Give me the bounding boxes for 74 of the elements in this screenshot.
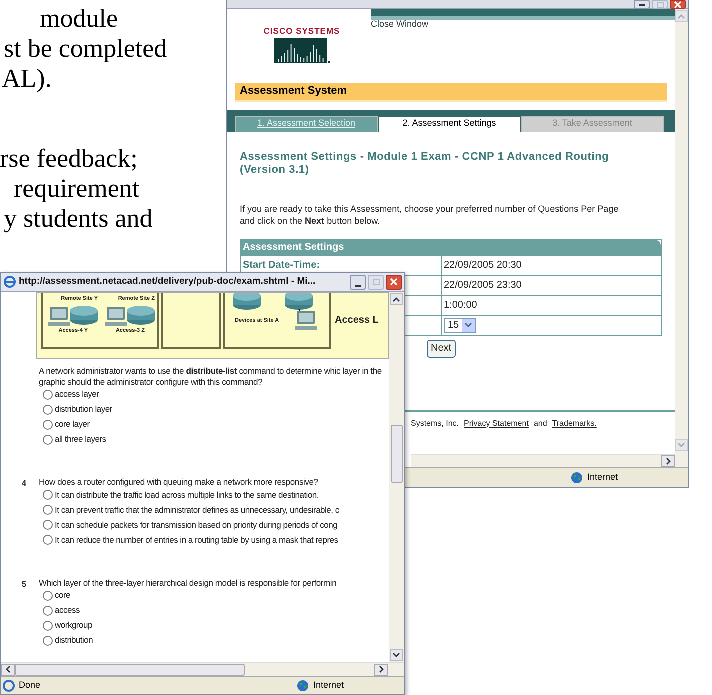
- status-bar: Done Internet: [1, 676, 404, 694]
- close-button[interactable]: [386, 274, 402, 290]
- router-drawing: [48, 304, 98, 326]
- document-text: module: [40, 4, 118, 33]
- document-text: AL).: [2, 64, 52, 93]
- table-cell-text: 1:00:00: [444, 298, 478, 312]
- radio-button[interactable]: [43, 535, 53, 545]
- radio-button[interactable]: [43, 420, 53, 430]
- banner: Assessment System: [235, 82, 667, 102]
- answer-option: all three layers: [55, 433, 106, 446]
- close-button[interactable]: [670, 0, 686, 9]
- question-text: A network administrator wants to use the distribute-list command to determine whic layer in the graphic should the administrator configure with this command?: [39, 366, 383, 387]
- answer-option: It can distribute the traffic load across multiple links to the same destination.: [55, 488, 320, 502]
- table-cell-text: 22/09/2005 23:30: [444, 278, 522, 292]
- footer-link[interactable]: Privacy Statement: [464, 418, 529, 430]
- answer-option: distribution layer: [55, 403, 112, 416]
- table-cell-text: 22/09/2005 20:30: [444, 258, 522, 272]
- document-text: y students and: [4, 204, 153, 233]
- horizontal-scrollbar[interactable]: [1, 662, 404, 676]
- logo-icon: [274, 38, 330, 62]
- answer-option: It can prevent traffic that the administrator defines as unnecessary, undesirable, c: [55, 504, 340, 516]
- answer-option: core: [55, 589, 71, 602]
- radio-button[interactable]: [43, 620, 53, 630]
- document-text: requirement: [14, 174, 140, 203]
- close-icon: [674, 0, 682, 8]
- radio-button[interactable]: [43, 590, 53, 600]
- radio-button[interactable]: [43, 636, 53, 646]
- vertical-scrollbar[interactable]: [389, 292, 404, 662]
- answer-option: core layer: [55, 418, 90, 431]
- radio-button[interactable]: [43, 505, 53, 515]
- close-icon: [390, 278, 398, 286]
- radio-button[interactable]: [43, 434, 53, 444]
- scroll-thumb[interactable]: [15, 664, 245, 676]
- globe-icon: [297, 680, 310, 692]
- answer-option: access: [55, 604, 80, 617]
- answer-option: It can reduce the number of entries in a routing table by using a mask that repres: [55, 534, 338, 546]
- footer-text: Systems, Inc.: [411, 418, 460, 430]
- router-drawing: [105, 304, 155, 326]
- vertical-scrollbar[interactable]: [675, 9, 688, 467]
- question-number: 4: [22, 479, 26, 488]
- answer-option: access layer: [55, 388, 100, 401]
- radio-button[interactable]: [43, 520, 53, 530]
- scroll-thumb[interactable]: [390, 425, 402, 483]
- radio-button[interactable]: [43, 404, 53, 414]
- questions-per-page-select[interactable]: 15: [444, 318, 476, 332]
- page-icon: [3, 680, 15, 692]
- tab[interactable]: 2. Assessment Settings: [378, 116, 521, 132]
- site-frame: [161, 293, 221, 349]
- document-text: st be completed: [4, 34, 168, 63]
- answer-option: It can schedule packets for transmission based on priority during periods of cong: [55, 518, 338, 532]
- horizontal-scrollbar[interactable]: [411, 454, 675, 467]
- document-text: rse feedback;: [0, 144, 138, 173]
- minimize-button[interactable]: [634, 0, 650, 9]
- page-heading: Assessment Settings - Module 1 Exam - CCNP 1 Advanced Routing (Version 3.1): [240, 150, 610, 176]
- table-cell-text: Start Date-Time:: [243, 258, 320, 272]
- browser-icon: [4, 276, 16, 288]
- globe-icon: [571, 472, 584, 484]
- footer-link[interactable]: Trademarks.: [552, 418, 597, 430]
- intro-text: If you are ready to take this Assessment, choose your preferred number of Questions Per Page and click on the Next button below.: [240, 202, 620, 226]
- next-button[interactable]: Next: [427, 340, 456, 358]
- radio-button[interactable]: [43, 606, 53, 616]
- close-window-link[interactable]: Close Window: [371, 19, 429, 30]
- radio-button[interactable]: [43, 390, 53, 400]
- title-bar: http://assessment.netacad.net/delivery/pub-doc/exam.shtml - Mi...: [1, 273, 404, 292]
- minimize-button[interactable]: [350, 274, 366, 290]
- diagram-label: Access L: [335, 314, 379, 328]
- answer-option: distribution: [55, 634, 94, 647]
- footer-text: and: [534, 418, 548, 430]
- radio-button[interactable]: [43, 490, 53, 500]
- answer-option: workgroup: [55, 619, 92, 632]
- logo-text: CISCO SYSTEMS: [264, 27, 340, 36]
- question-text: Which layer of the three-layer hierarchical design model is responsible for performin: [39, 578, 337, 588]
- question-number: 5: [22, 580, 26, 588]
- table-header: Assessment Settings: [241, 240, 661, 254]
